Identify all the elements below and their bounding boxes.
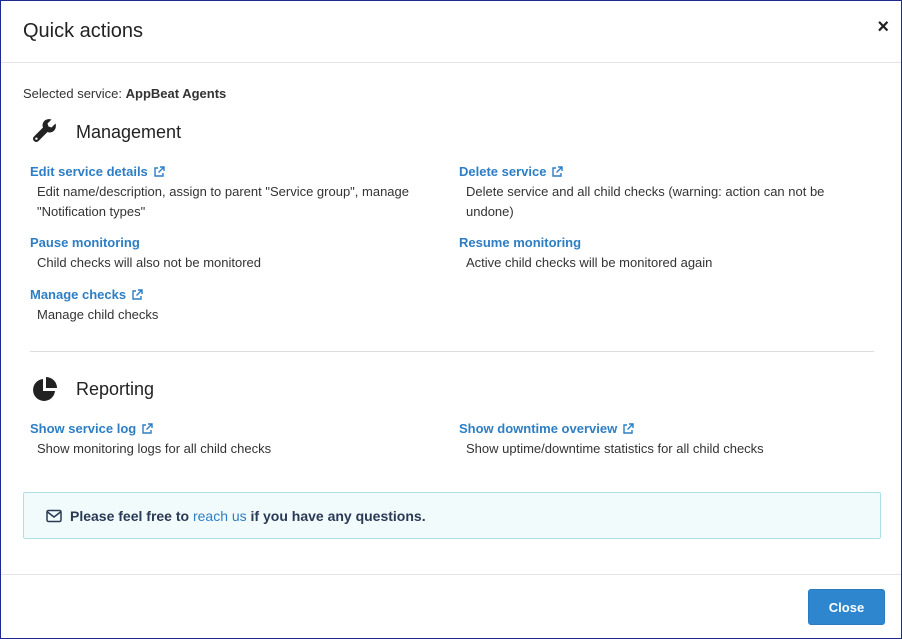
- reporting-title: Reporting: [76, 378, 155, 399]
- notice-prefix: Please feel free to: [70, 507, 190, 524]
- dialog-title: Quick actions: [23, 20, 144, 42]
- pause-monitoring-desc: Child checks will also not be monitored: [37, 255, 261, 270]
- resume-monitoring-desc: Active child checks will be monitored ag…: [466, 255, 713, 270]
- edit-service-details-link[interactable]: Edit service details: [30, 164, 165, 179]
- link-label: Resume monitoring: [459, 235, 582, 250]
- show-service-log-desc: Show monitoring logs for all child check…: [37, 441, 272, 456]
- link-label: Delete service: [459, 164, 547, 179]
- delete-service-desc: Delete service and all child checks (war…: [466, 184, 825, 219]
- close-button[interactable]: Close: [808, 589, 885, 625]
- action-edit-service: Edit service details Edit name/descripti…: [30, 164, 440, 222]
- reach-us-link[interactable]: reach us: [193, 508, 247, 524]
- link-label: Pause monitoring: [30, 235, 140, 250]
- management-section-header: Management: [31, 118, 181, 146]
- notice-text: Please feel free to reach us if you have…: [70, 508, 426, 524]
- manage-checks-desc: Manage child checks: [37, 307, 159, 322]
- link-label: Show downtime overview: [459, 421, 618, 436]
- link-label: Manage checks: [30, 287, 127, 302]
- management-title: Management: [76, 121, 182, 142]
- contact-notice: Please feel free to reach us if you have…: [23, 492, 881, 539]
- link-label: Show service log: [30, 421, 137, 436]
- close-icon[interactable]: ×: [877, 17, 889, 37]
- action-delete-service: Delete service Delete service and all ch…: [459, 164, 869, 222]
- delete-service-link[interactable]: Delete service: [459, 164, 564, 179]
- external-link-icon: [622, 422, 634, 435]
- manage-checks-link[interactable]: Manage checks: [30, 287, 143, 302]
- selected-service-label: Selected service:: [23, 86, 122, 101]
- selected-service: Selected service: AppBeat Agents: [23, 86, 226, 101]
- show-service-log-link[interactable]: Show service log: [30, 421, 153, 436]
- action-show-service-log: Show service log Show monitoring logs fo…: [30, 421, 440, 459]
- resume-monitoring-link[interactable]: Resume monitoring: [459, 235, 581, 250]
- external-link-icon: [131, 288, 143, 301]
- action-show-downtime-overview: Show downtime overview Show uptime/downt…: [459, 421, 869, 459]
- dialog-footer: Close: [1, 574, 901, 639]
- quick-actions-dialog: Quick actions × Selected service: AppBea…: [0, 0, 902, 639]
- edit-service-details-desc: Edit name/description, assign to parent …: [37, 184, 409, 219]
- notice-suffix: if you have any questions.: [250, 507, 426, 524]
- pause-monitoring-link[interactable]: Pause monitoring: [30, 235, 140, 250]
- dialog-header: Quick actions ×: [1, 1, 901, 63]
- external-link-icon: [551, 165, 564, 178]
- show-downtime-overview-desc: Show uptime/downtime statistics for all …: [466, 441, 764, 456]
- selected-service-value: AppBeat Agents: [125, 86, 227, 101]
- reporting-section-header: Reporting: [31, 375, 154, 403]
- pie-chart-icon: [31, 375, 59, 403]
- show-downtime-overview-link[interactable]: Show downtime overview: [459, 421, 634, 436]
- action-pause-monitoring: Pause monitoring Child checks will also …: [30, 235, 440, 273]
- section-divider: [30, 351, 874, 352]
- external-link-icon: [141, 422, 153, 435]
- wrench-icon: [31, 118, 59, 146]
- external-link-icon: [153, 165, 165, 178]
- action-manage-checks: Manage checks Manage child checks: [30, 287, 440, 325]
- envelope-icon: [46, 509, 62, 523]
- action-resume-monitoring: Resume monitoring Active child checks wi…: [459, 235, 869, 273]
- link-label: Edit service details: [30, 164, 148, 179]
